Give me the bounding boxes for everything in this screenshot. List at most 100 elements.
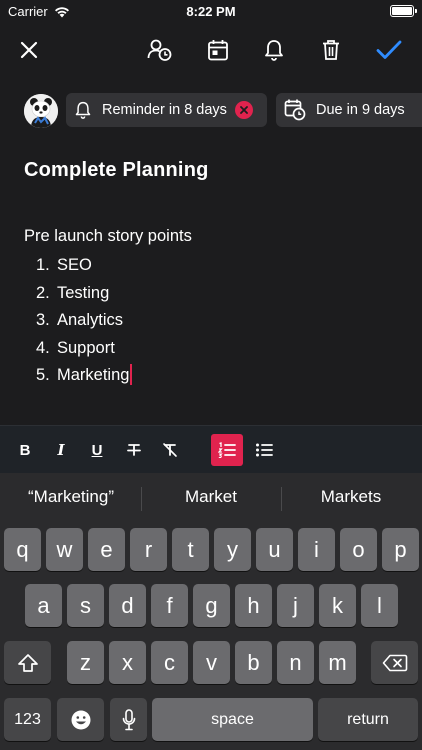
delete-button[interactable] [317,36,345,64]
key-d[interactable]: d [109,584,146,627]
backspace-key[interactable] [371,641,418,684]
key-w[interactable]: w [46,528,83,571]
key-y[interactable]: y [214,528,251,571]
backspace-icon [382,654,407,671]
close-icon [240,106,248,114]
note-title[interactable]: Complete Planning [24,159,209,182]
key-q[interactable]: q [4,528,41,571]
microphone-icon [122,708,135,730]
bold-button[interactable]: B [9,434,41,466]
shift-icon [17,653,38,672]
suggestion-item[interactable]: “Marketing” [1,487,141,507]
strikethrough-icon [127,444,141,456]
list-item-text[interactable]: SEO [57,254,92,282]
shift-key[interactable] [4,641,51,684]
list-item-text[interactable]: Support [57,337,115,365]
key-x[interactable]: x [109,641,146,684]
list-item[interactable]: 5. Marketing [36,364,133,392]
list-item-number: 5. [36,366,50,384]
status-bar: Carrier 8:22 PM [0,0,422,24]
key-u[interactable]: u [256,528,293,571]
key-b[interactable]: b [235,641,272,684]
calendar-clock-icon [284,99,306,121]
list-item-text[interactable]: Analytics [57,309,123,337]
reminder-button[interactable] [260,36,288,64]
clock: 8:22 PM [186,4,236,19]
key-h[interactable]: h [235,584,272,627]
avatar[interactable] [24,94,58,128]
key-s[interactable]: s [67,584,104,627]
list-item[interactable]: 3. Analytics [36,309,132,337]
clear-format-icon [163,443,177,457]
key-m[interactable]: m [319,641,356,684]
list-item-number: 4. [36,338,50,357]
editor-toolbar [0,30,422,70]
text-cursor [130,364,133,385]
space-key[interactable]: space [152,698,313,741]
list-item-number: 3. [36,311,50,329]
list-item[interactable]: 4. Support [36,337,132,365]
key-l[interactable]: l [361,584,398,627]
list-item-number: 2. [36,283,50,302]
suggestion-item[interactable]: Markets [281,487,421,507]
key-g[interactable]: g [193,584,230,627]
on-screen-keyboard: “Marketing” Market Markets q w e r t y u… [0,473,422,750]
panda-avatar-icon [24,94,58,128]
bold-icon: B [19,441,31,459]
underline-icon: U [91,441,103,459]
calendar-button[interactable] [204,36,232,64]
dictation-key[interactable] [110,698,147,741]
calendar-icon [208,40,228,61]
reminder-chip[interactable]: Reminder in 8 days [66,93,267,127]
numbered-list-button[interactable] [211,434,243,466]
list-item[interactable]: 1. SEO [36,254,132,282]
close-button[interactable] [15,36,43,64]
key-j[interactable]: j [277,584,314,627]
bell-icon [75,101,91,119]
reminder-chip-label: Reminder in 8 days [102,102,227,118]
key-c[interactable]: c [151,641,188,684]
key-r[interactable]: r [130,528,167,571]
assign-button[interactable] [146,36,174,64]
assign-user-icon [147,39,172,61]
suggestion-bar: “Marketing” Market Markets [0,473,422,525]
italic-button[interactable]: I [45,434,77,466]
numbered-list[interactable]: 1. SEO 2. Testing 3. Analytics 4. Suppor… [36,254,133,392]
bullet-list-icon [256,443,273,457]
clear-format-button[interactable] [154,434,186,466]
emoji-key[interactable] [57,698,104,741]
note-intro-text[interactable]: Pre launch story points [24,227,192,246]
checkmark-icon [376,40,402,59]
suggestion-item[interactable]: Market [141,487,281,507]
remove-reminder-button[interactable] [234,101,253,119]
battery-icon [390,5,417,17]
key-t[interactable]: t [172,528,209,571]
close-icon [20,41,38,59]
key-k[interactable]: k [319,584,356,627]
key-i[interactable]: i [298,528,335,571]
italic-icon: I [57,441,65,459]
list-item-text[interactable]: Testing [57,282,109,310]
key-e[interactable]: e [88,528,125,571]
emoji-icon [71,710,90,729]
key-a[interactable]: a [25,584,62,627]
key-v[interactable]: v [193,641,230,684]
list-item[interactable]: 2. Testing [36,282,132,310]
key-n[interactable]: n [277,641,314,684]
list-item-number: 1. [36,256,50,274]
bullet-list-button[interactable] [248,434,280,466]
strikethrough-button[interactable] [118,434,150,466]
trash-icon [323,40,339,60]
save-button[interactable] [375,36,403,64]
numbers-key[interactable]: 123 [4,698,51,741]
key-o[interactable]: o [340,528,377,571]
underline-button[interactable]: U [81,434,113,466]
due-date-chip[interactable]: Due in 9 days [276,93,422,127]
numbered-list-icon [218,442,236,458]
formatting-toolbar: B I U [0,425,422,473]
return-key[interactable]: return [318,698,418,741]
list-item-text[interactable]: Marketing [57,364,129,392]
key-z[interactable]: z [67,641,104,684]
key-f[interactable]: f [151,584,188,627]
key-p[interactable]: p [382,528,419,571]
